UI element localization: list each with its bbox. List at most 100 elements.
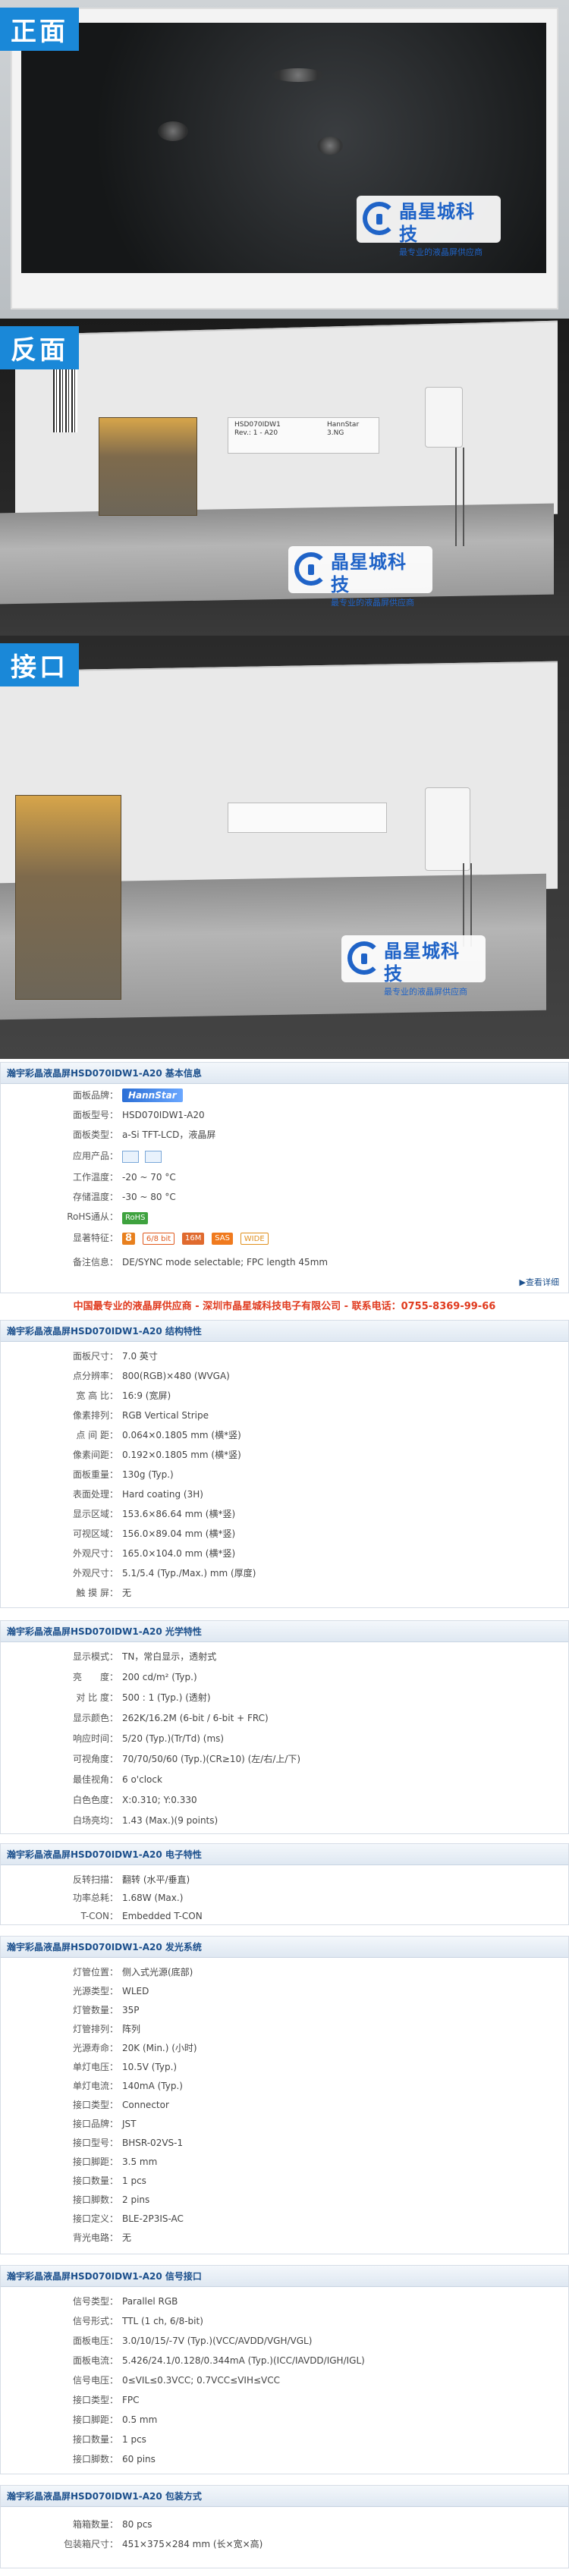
spec-value: 140mA (Typ.)	[122, 2081, 183, 2091]
contact-banner: 中国最专业的液晶屏供应商 - 深圳市晶星城科技电子有限公司 - 联系电话：075…	[73, 1301, 496, 1312]
section-title: 瀚宇彩晶液晶屏HSD070IDW1-A20 信号接口	[1, 2266, 568, 2287]
backlight-connector	[425, 387, 463, 448]
package-section: 瀚宇彩晶液晶屏HSD070IDW1-A20 包装方式 箱箱数量： 80 pcs 包装…	[0, 2485, 569, 2568]
spec-row: 接口定义： BLE-2P3IS-AC	[1, 2210, 569, 2227]
spec-row: 显示区域： 153.6×86.64 mm (横*竖)	[1, 1506, 569, 1522]
spec-label: 接口脚距：	[72, 2157, 118, 2167]
spec-label: 接口型号：	[72, 2138, 118, 2148]
spec-label: 可视角度：	[72, 1754, 118, 1764]
spec-label: 面板电流：	[72, 2355, 118, 2366]
structure-section: 瀚宇彩晶液晶屏HSD070IDW1-A20 结构特性 面板尺寸： 7.0 英寸 点分…	[0, 1320, 569, 1608]
reflection	[317, 137, 343, 155]
spec-value: 16:9 (宽屏)	[122, 1390, 171, 1401]
spec-row: T-CON： Embedded T-CON	[1, 1908, 569, 1924]
wire	[470, 863, 472, 947]
spec-value: 0≤VIL≤0.3VCC; 0.7VCC≤VIH≤VCC	[122, 2375, 280, 2386]
spec-row: 显示颜色： 262K/16.2M (6-bit / 6-bit + FRC)	[1, 1710, 569, 1726]
spec-value: JST	[122, 2119, 137, 2129]
spec-row: 光源类型： WLED	[1, 1983, 569, 2000]
spec-value: 0.192×0.1805 mm (横*竖)	[122, 1450, 241, 1460]
spec-value: TTL (1 ch, 6/8-bit)	[122, 2316, 203, 2326]
spec-value: 翻转 (水平/垂直)	[122, 1874, 190, 1885]
spec-value: 1 pcs	[122, 2434, 146, 2445]
spec-label: 像素间距：	[72, 1450, 118, 1460]
spec-label: 像素排列：	[72, 1410, 118, 1421]
spec-label: 信号类型：	[72, 2296, 118, 2307]
spec-label: 光源类型：	[72, 1986, 118, 1996]
spec-value: TN，常白显示，透射式	[122, 1651, 217, 1662]
spec-row: 点分辨率： 800(RGB)×480 (WVGA)	[1, 1368, 569, 1384]
front-photo: 正面 晶星城科技 最专业的液晶屏供应商	[0, 0, 569, 319]
reflection	[272, 68, 325, 82]
spec-value	[122, 1148, 168, 1164]
signal-section: 瀚宇彩晶液晶屏HSD070IDW1-A20 信号接口 信号类型： Parallel…	[0, 2265, 569, 2474]
spec-value: 8 6/8 bit 16M SAS WIDE	[122, 1230, 273, 1246]
spec-row: 像素排列： RGB Vertical Stripe	[1, 1407, 569, 1424]
metal-frame	[0, 503, 554, 605]
spec-row: 面板电流： 5.426/24.1/0.128/0.344mA (Typ.)(ICC…	[1, 2352, 569, 2369]
spec-label: 箱箱数量：	[72, 2519, 118, 2530]
spec-value: 35P	[122, 2005, 140, 2015]
spec-row: 存储温度： -30 ~ 80 °C	[1, 1189, 569, 1205]
spec-value: BLE-2P3IS-AC	[122, 2213, 184, 2224]
spec-label: 显著特征：	[72, 1233, 118, 1243]
spec-row: 亮 度： 200 cd/m² (Typ.)	[1, 1669, 569, 1685]
spec-value: HannStar	[122, 1087, 183, 1104]
spec-value: 451×375×284 mm (长×宽×高)	[122, 2539, 263, 2549]
sticker-line: Rev.: 1 - A20	[234, 429, 278, 437]
watermark-logo: 晶星城科技 最专业的液晶屏供应商	[288, 546, 432, 608]
logo-name: 晶星城科技	[331, 551, 407, 595]
monitor-icon[interactable]	[122, 1150, 139, 1163]
spec-label: 最佳视角：	[72, 1774, 118, 1785]
brand-logo: HannStar	[122, 1089, 183, 1102]
spec-label: 外观尺寸：	[72, 1568, 118, 1579]
spec-value: Hard coating (3H)	[122, 1489, 203, 1500]
rohs-badge: RoHS	[122, 1212, 149, 1224]
spec-row: 接口数量： 1 pcs	[1, 2172, 569, 2189]
spec-row: 显著特征： 8 6/8 bit 16M SAS WIDE	[1, 1230, 569, 1249]
spec-row: 面板型号： HSD070IDW1-A20	[1, 1107, 569, 1123]
spec-value: 阵列	[122, 2024, 141, 2034]
spec-label: 存储温度：	[72, 1192, 118, 1202]
spec-row: 接口脚距： 3.5 mm	[1, 2153, 569, 2170]
spec-label: 接口数量：	[72, 2434, 118, 2445]
sticker-line: HannStar	[327, 421, 360, 429]
spec-label: 信号形式：	[72, 2316, 118, 2326]
spec-row: 像素间距： 0.192×0.1805 mm (横*竖)	[1, 1447, 569, 1463]
spec-value: BHSR-02VS-1	[122, 2138, 184, 2148]
spec-label: 显示区域：	[72, 1509, 118, 1519]
spec-value: 10.5V (Typ.)	[122, 2062, 178, 2072]
spec-value: 70/70/50/60 (Typ.)(CR≥10) (左/右/上/下)	[122, 1754, 301, 1764]
spec-row: 白色色度： X:0.310; Y:0.330	[1, 1792, 569, 1808]
spec-label: 可视区域：	[72, 1528, 118, 1539]
spec-row: 应用产品：	[1, 1148, 569, 1164]
spec-value: 1 pcs	[122, 2175, 146, 2186]
spec-value: 200 cd/m² (Typ.)	[122, 1672, 197, 1682]
product-sticker: HSD070IDW1 Rev.: 1 - A20 HannStar 3.NG	[228, 417, 379, 454]
spec-value: 60 pins	[122, 2454, 156, 2464]
spec-value: X:0.310; Y:0.330	[122, 1795, 197, 1805]
wire	[455, 448, 457, 546]
spec-row: 面板电压： 3.0/10/15/-7V (Typ.)(VCC/AVDD/VGH/V…	[1, 2333, 569, 2349]
spec-label: 面板重量：	[72, 1469, 118, 1480]
spec-value: HSD070IDW1-A20	[122, 1110, 205, 1120]
spec-row: 面板重量： 130g (Typ.)	[1, 1466, 569, 1483]
spec-label: 显示颜色：	[72, 1713, 118, 1723]
reflection	[158, 121, 188, 141]
logo-icon	[363, 202, 396, 235]
logo-slogan: 最专业的液晶屏供应商	[331, 598, 414, 608]
feature-badge: 16M	[182, 1232, 205, 1245]
spec-label: 响应时间：	[72, 1733, 118, 1744]
spec-label: 反转扫描：	[72, 1874, 118, 1885]
spec-value: 165.0×104.0 mm (横*竖)	[122, 1548, 236, 1559]
spec-label: 接口数量：	[72, 2175, 118, 2186]
spec-value: 7.0 英寸	[122, 1351, 158, 1362]
spec-label: 面板品牌：	[72, 1090, 118, 1101]
spec-label: 单灯电压：	[72, 2062, 118, 2072]
laptop-icon[interactable]	[145, 1150, 162, 1163]
spec-row: 包装箱尺寸： 451×375×284 mm (长×宽×高)	[1, 2536, 569, 2552]
optical-section: 瀚宇彩晶液晶屏HSD070IDW1-A20 光学特性 显示模式： TN，常白显示，…	[0, 1620, 569, 1834]
spec-label: 白色色度：	[72, 1795, 118, 1805]
view-details-link[interactable]: ▶查看详细	[520, 1276, 559, 1288]
spec-value: 无	[122, 2232, 132, 2243]
